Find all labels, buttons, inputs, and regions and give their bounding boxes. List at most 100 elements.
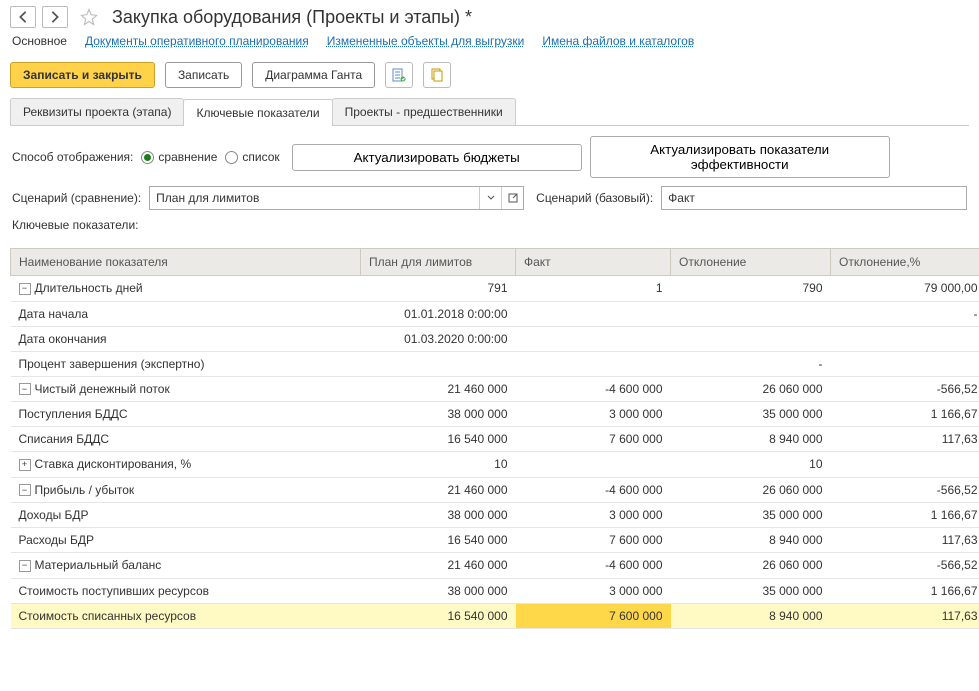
table-row[interactable]: + Ставка дисконтирования, % 10 10 xyxy=(11,452,979,478)
indicators-table: Наименование показателя План для лимитов… xyxy=(10,248,979,629)
col-plan[interactable]: План для лимитов xyxy=(361,249,516,276)
refresh-efficiency-button[interactable]: Актуализировать показатели эффективности xyxy=(590,136,890,178)
table-row[interactable]: −Чистый денежный поток21 460 000-4 600 0… xyxy=(11,376,979,402)
cell-plan: 38 000 000 xyxy=(361,578,516,603)
section-link-changed-objects[interactable]: Измененные объекты для выгрузки xyxy=(327,34,525,48)
cell-dev: 35 000 000 xyxy=(671,503,831,528)
cell-dev: 26 060 000 xyxy=(671,477,831,503)
collapse-icon[interactable]: − xyxy=(19,383,31,395)
table-row[interactable]: Списания БДДС16 540 0007 600 0008 940 00… xyxy=(11,427,979,452)
row-name: Стоимость списанных ресурсов xyxy=(19,609,197,623)
table-row[interactable]: Стоимость списанных ресурсов16 540 0007 … xyxy=(11,603,979,628)
scenario-base-label: Сценарий (базовый): xyxy=(536,191,653,205)
tab-requisites[interactable]: Реквизиты проекта (этапа) xyxy=(10,98,184,125)
table-row[interactable]: Стоимость поступивших ресурсов38 000 000… xyxy=(11,578,979,603)
collapse-icon[interactable]: − xyxy=(19,283,31,295)
radio-list[interactable]: список xyxy=(225,150,279,164)
cell-pct: -566,52 xyxy=(831,477,979,503)
cell-plan: 21 460 000 xyxy=(361,376,516,402)
row-name: Дата начала xyxy=(19,307,89,321)
col-fact[interactable]: Факт xyxy=(516,249,671,276)
table-row[interactable]: Доходы БДР38 000 0003 000 00035 000 0001… xyxy=(11,503,979,528)
collapse-icon[interactable]: − xyxy=(19,484,31,496)
cell-dev: 8 940 000 xyxy=(671,603,831,628)
row-name: Чистый денежный поток xyxy=(35,382,170,396)
cell-pct: 79 000,00 xyxy=(831,276,979,302)
radio-dot-icon xyxy=(225,151,238,164)
forward-button[interactable] xyxy=(42,6,68,28)
gantt-button[interactable]: Диаграмма Ганта xyxy=(252,62,375,88)
tab-key-indicators[interactable]: Ключевые показатели xyxy=(183,99,332,126)
table-row[interactable]: Расходы БДР16 540 0007 600 0008 940 0001… xyxy=(11,528,979,553)
scenario-base-input[interactable]: Факт xyxy=(661,186,967,210)
section-link-planning-docs[interactable]: Документы оперативного планирования xyxy=(85,34,309,48)
cell-fact: -4 600 000 xyxy=(516,553,671,579)
collapse-icon[interactable]: − xyxy=(19,560,31,572)
scenario-compare-select[interactable]: План для лимитов xyxy=(149,186,524,210)
cell-dev xyxy=(671,326,831,351)
table-row[interactable]: Поступления БДДС38 000 0003 000 00035 00… xyxy=(11,402,979,427)
cell-plan: 10 xyxy=(361,452,516,478)
cell-fact: -4 600 000 xyxy=(516,477,671,503)
open-icon[interactable] xyxy=(501,187,523,209)
table-row[interactable]: Дата начала01.01.2018 0:00:00- xyxy=(11,301,979,326)
cell-plan xyxy=(361,351,516,376)
back-button[interactable] xyxy=(10,6,36,28)
display-mode-label: Способ отображения: xyxy=(12,150,133,164)
tabs: Реквизиты проекта (этапа) Ключевые показ… xyxy=(10,98,969,126)
col-pct[interactable]: Отклонение,% xyxy=(831,249,979,276)
cell-pct: -566,52 xyxy=(831,553,979,579)
radio-compare[interactable]: сравнение xyxy=(141,150,217,164)
table-row[interactable]: −Длительность дней791179079 000,00 xyxy=(11,276,979,302)
section-link-file-names[interactable]: Имена файлов и каталогов xyxy=(542,34,694,48)
cell-fact: 7 600 000 xyxy=(516,427,671,452)
cell-dev: 8 940 000 xyxy=(671,528,831,553)
cell-fact: 3 000 000 xyxy=(516,402,671,427)
row-name: Процент завершения (экспертно) xyxy=(19,357,205,371)
cell-plan: 01.03.2020 0:00:00 xyxy=(361,326,516,351)
cell-plan: 21 460 000 xyxy=(361,477,516,503)
col-dev[interactable]: Отклонение xyxy=(671,249,831,276)
col-name[interactable]: Наименование показателя xyxy=(11,249,361,276)
cell-plan: 38 000 000 xyxy=(361,402,516,427)
row-name: Прибыль / убыток xyxy=(35,483,135,497)
table-row[interactable]: Процент завершения (экспертно) - xyxy=(11,351,979,376)
cell-plan: 16 540 000 xyxy=(361,603,516,628)
expand-icon[interactable]: + xyxy=(19,459,31,471)
cell-dev: 26 060 000 xyxy=(671,553,831,579)
cell-dev: - xyxy=(671,351,831,376)
cell-plan: 21 460 000 xyxy=(361,553,516,579)
cell-dev: 10 xyxy=(671,452,831,478)
scenario-compare-value: План для лимитов xyxy=(150,191,479,205)
row-name: Списания БДДС xyxy=(19,432,110,446)
report-icon[interactable] xyxy=(385,62,413,88)
cell-dev: 35 000 000 xyxy=(671,402,831,427)
cell-pct xyxy=(831,326,979,351)
cell-dev: 26 060 000 xyxy=(671,376,831,402)
favorite-icon[interactable] xyxy=(78,6,100,28)
section-main[interactable]: Основное xyxy=(12,34,67,48)
page-title: Закупка оборудования (Проекты и этапы) * xyxy=(112,7,472,28)
table-row[interactable]: −Материальный баланс21 460 000-4 600 000… xyxy=(11,553,979,579)
refresh-budgets-button[interactable]: Актуализировать бюджеты xyxy=(292,144,582,171)
cell-fact xyxy=(516,351,671,376)
table-row[interactable]: −Прибыль / убыток 21 460 000-4 600 00026 … xyxy=(11,477,979,503)
copy-icon[interactable] xyxy=(423,62,451,88)
cell-pct: 1 166,67 xyxy=(831,503,979,528)
row-name: Доходы БДР xyxy=(19,508,89,522)
cell-plan: 01.01.2018 0:00:00 xyxy=(361,301,516,326)
table-row[interactable]: Дата окончания01.03.2020 0:00:00 xyxy=(11,326,979,351)
dropdown-icon[interactable] xyxy=(479,187,501,209)
cell-pct xyxy=(831,452,979,478)
cell-pct: 1 166,67 xyxy=(831,402,979,427)
save-button[interactable]: Записать xyxy=(165,62,242,88)
tab-predecessors[interactable]: Проекты - предшественники xyxy=(332,98,516,125)
row-name: Расходы БДР xyxy=(19,533,95,547)
radio-list-label: список xyxy=(242,150,279,164)
save-close-button[interactable]: Записать и закрыть xyxy=(10,62,155,88)
cell-plan: 791 xyxy=(361,276,516,302)
cell-fact: 3 000 000 xyxy=(516,578,671,603)
row-name: Ставка дисконтирования, % xyxy=(35,457,192,471)
cell-pct: 1 166,67 xyxy=(831,578,979,603)
cell-pct xyxy=(831,351,979,376)
